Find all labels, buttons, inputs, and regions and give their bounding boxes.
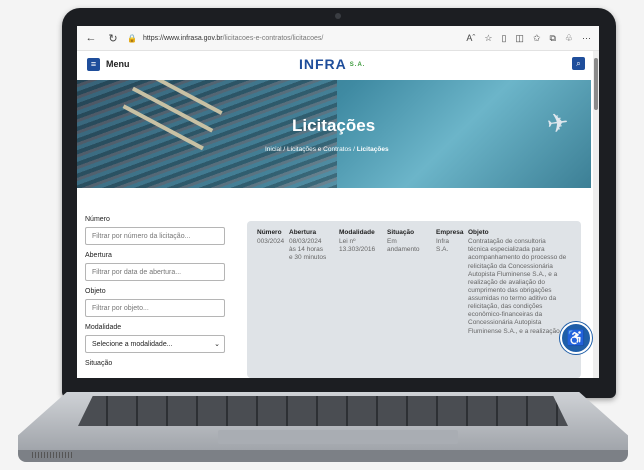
url-path: /licitacoes-e-contratos/licitacoes/ xyxy=(222,34,324,42)
cell-objeto-1: Contratação de consultoria xyxy=(468,238,546,246)
laptop-front-edge xyxy=(18,450,628,462)
lock-icon: 🔒 xyxy=(127,33,137,43)
menu-label[interactable]: Menu xyxy=(106,59,130,69)
header-modalidade: Modalidade xyxy=(339,229,375,236)
col-numero: Número 003/2024 xyxy=(257,229,284,246)
cell-objeto-11: Concessionária Autopista xyxy=(468,319,542,327)
star-icon[interactable]: ☆ xyxy=(484,33,492,44)
header-empresa: Empresa xyxy=(436,229,464,236)
abertura-label: Abertura xyxy=(85,252,112,259)
cell-objeto-2: técnica especializada para xyxy=(468,246,545,254)
breadcrumb-licitacoes-contratos[interactable]: Licitações e Contratos xyxy=(287,146,351,153)
abertura-filter-input[interactable]: Filtrar por data de abertura... xyxy=(85,263,225,281)
split-screen-icon[interactable]: ▯ xyxy=(501,33,506,44)
trackpad xyxy=(218,430,458,444)
breadcrumb: Inicial / Licitações e Contratos / Licit… xyxy=(265,146,389,153)
objeto-filter-input[interactable]: Filtrar por objeto... xyxy=(85,299,225,317)
cell-empresa-2: S.A. xyxy=(436,246,449,254)
cell-objeto-5: Autopista Fluminense S.A., e a xyxy=(468,270,558,278)
col-situacao: Situação Em andamento xyxy=(387,229,420,254)
collections-icon[interactable]: ⧉ xyxy=(549,33,555,44)
numero-label: Número xyxy=(85,216,110,223)
header-objeto: Objeto xyxy=(468,229,489,236)
cell-objeto-4: relicitação da Concessionária xyxy=(468,262,553,270)
search-icon[interactable]: ⌕ xyxy=(572,57,585,70)
results-table: Número 003/2024 Abertura 08/03/2024 às 1… xyxy=(247,221,581,378)
favorites-icon[interactable]: ✩ xyxy=(533,33,541,44)
cell-numero: 003/2024 xyxy=(257,238,285,246)
menu-icon[interactable]: ≡ xyxy=(87,57,100,71)
speaker-grille xyxy=(32,452,74,458)
site-header: ≡ Menu INFRA S.A. ⌕ xyxy=(77,51,599,77)
cell-objeto-9: relicitação, das condições xyxy=(468,303,543,311)
cell-modalidade-1: Lei nº xyxy=(339,238,356,246)
cell-situacao-1: Em xyxy=(387,238,397,246)
hero-banner: ✈ Licitações Inicial / Licitações e Cont… xyxy=(77,80,591,188)
chevron-down-icon: ⌄ xyxy=(214,341,220,348)
accessibility-icon[interactable]: ♿ xyxy=(560,322,592,354)
situacao-label: Situação xyxy=(85,360,113,367)
back-icon[interactable]: ← xyxy=(83,30,99,46)
col-abertura: Abertura 08/03/2024 às 14 horas e 30 min… xyxy=(289,229,326,263)
objeto-label: Objeto xyxy=(85,288,106,295)
cell-objeto-8: assumidas no termo aditivo da xyxy=(468,295,557,302)
numero-filter-input[interactable]: Filtrar por número da licitação... xyxy=(85,227,225,245)
page-title: Licitações xyxy=(292,116,376,135)
cell-abertura-1: 08/03/2024 xyxy=(289,238,322,246)
cell-objeto-6: realização de avaliação do xyxy=(468,278,545,286)
header-numero: Número xyxy=(257,229,282,236)
cell-abertura-3: e 30 minutos xyxy=(289,254,327,262)
cell-objeto-10: econômico-financeiras da xyxy=(468,311,543,319)
col-modalidade: Modalidade Lei nº 13.303/2016 xyxy=(339,229,375,254)
url-prefix: https://www.infrasa.gov.br xyxy=(142,34,223,42)
logo-text: INFRA xyxy=(299,56,347,72)
cell-modalidade-2: 13.303/2016 xyxy=(339,246,376,254)
header-situacao: Situação xyxy=(387,229,415,236)
address-bar[interactable]: 🔒 https://www.infrasa.gov.br/licitacoes-… xyxy=(127,30,457,46)
cell-abertura-2: às 14 horas xyxy=(289,246,323,254)
read-aloud-icon[interactable]: Aˆ xyxy=(466,33,475,44)
breadcrumb-current: Licitações xyxy=(356,146,389,153)
numero-placeholder: Filtrar por número da licitação... xyxy=(92,232,191,240)
cell-objeto-7: cumprimento das obrigações xyxy=(468,286,552,294)
cell-empresa-1: Infra xyxy=(436,238,450,246)
extensions-icon[interactable]: ♧ xyxy=(565,33,573,44)
breadcrumb-home[interactable]: Inicial xyxy=(265,146,282,153)
site-logo[interactable]: INFRA S.A. xyxy=(299,56,365,72)
abertura-placeholder: Filtrar por data de abertura... xyxy=(92,268,182,276)
logo-suffix: S.A. xyxy=(349,62,366,69)
modalidade-label: Modalidade xyxy=(85,324,122,331)
cell-objeto-3: acompanhamento do processo de xyxy=(468,254,567,262)
sidebar-icon[interactable]: ◫ xyxy=(515,33,524,44)
modalidade-value: Selecione a modalidade... xyxy=(92,340,173,348)
col-objeto: Objeto Contratação de consultoria técnic… xyxy=(468,229,576,336)
browser-toolbar: ← ↻ 🔒 https://www.infrasa.gov.br/licitac… xyxy=(77,26,599,51)
laptop-screen: ← ↻ 🔒 https://www.infrasa.gov.br/licitac… xyxy=(77,26,599,378)
filter-panel: Número Filtrar por número da licitação..… xyxy=(85,214,231,369)
webcam-icon xyxy=(335,13,341,19)
col-empresa: Empresa Infra S.A. xyxy=(436,229,463,254)
cell-situacao-2: andamento xyxy=(387,246,420,254)
objeto-placeholder: Filtrar por objeto... xyxy=(92,304,149,312)
header-abertura: Abertura xyxy=(289,229,317,236)
keyboard xyxy=(78,396,568,426)
more-icon[interactable]: ⋯ xyxy=(582,33,591,44)
refresh-icon[interactable]: ↻ xyxy=(105,30,121,46)
modalidade-select[interactable]: Selecione a modalidade... ⌄ xyxy=(85,335,225,353)
airplane-icon: ✈ xyxy=(545,106,571,140)
scrollbar-thumb[interactable] xyxy=(594,58,598,110)
